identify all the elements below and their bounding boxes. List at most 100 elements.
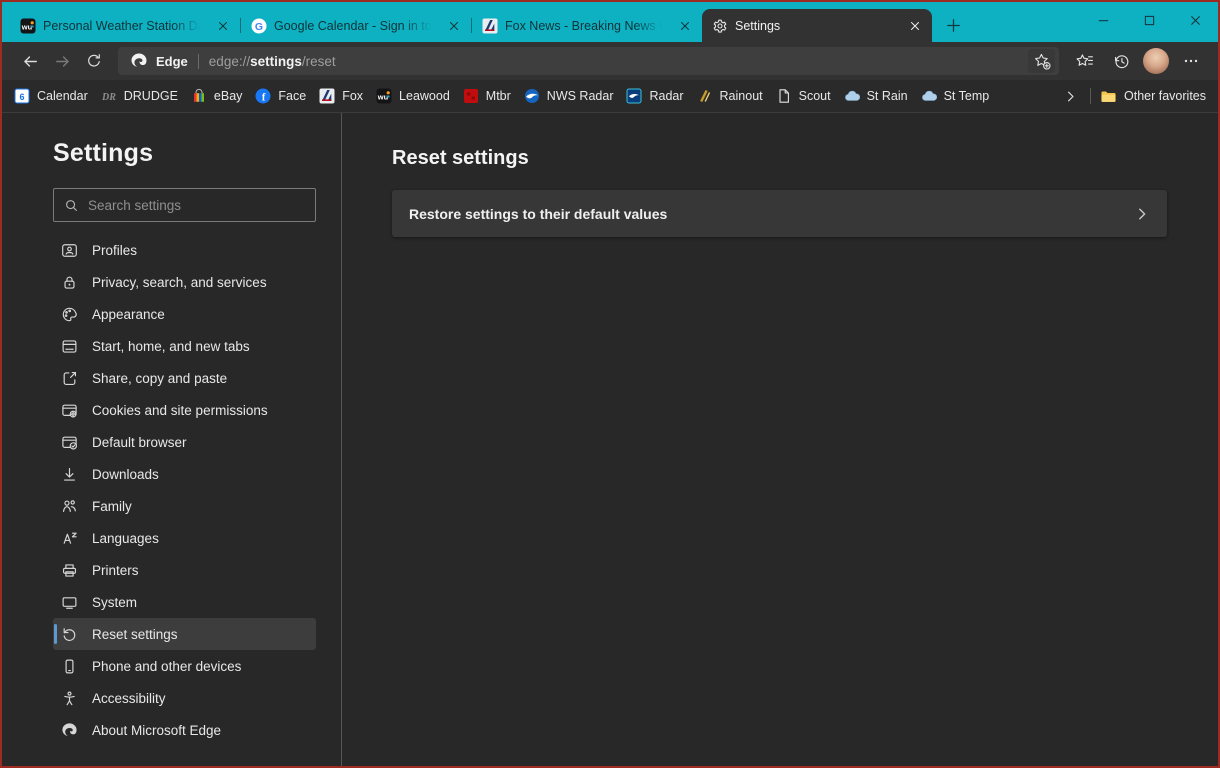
refresh-button[interactable] [78, 45, 110, 77]
sidebar-item-appearance[interactable]: Appearance [53, 298, 316, 330]
sidebar-item-family[interactable]: Family [53, 490, 316, 522]
more-dots-icon [1182, 52, 1200, 70]
favorites-bar: 6 Calendar DR DRUDGE eBay f Face Fox wu Leawood Mt… [2, 80, 1218, 113]
url-divider [197, 53, 199, 69]
restore-defaults-row[interactable]: Restore settings to their default values [392, 190, 1167, 237]
favorites-button[interactable] [1069, 46, 1099, 76]
forward-arrow-icon [54, 53, 71, 70]
favorite-label: NWS Radar [546, 89, 614, 103]
favorite-scout[interactable]: Scout [776, 88, 831, 104]
search-icon [64, 198, 79, 213]
sidebar-item-phone-and-other-devices[interactable]: Phone and other devices [53, 650, 316, 682]
new-tab-layout-icon [61, 338, 78, 355]
printer-icon [61, 562, 78, 579]
svg-text:f: f [262, 92, 266, 103]
browser-toolbar: Edge edge://settings/reset [2, 42, 1218, 80]
family-icon [61, 498, 78, 515]
share-icon [61, 370, 78, 387]
sidebar-item-start-home-and-new-tabs[interactable]: Start, home, and new tabs [53, 330, 316, 362]
other-favorites-label: Other favorites [1124, 89, 1206, 103]
sidebar-item-languages[interactable]: Languages [53, 522, 316, 554]
sidebar-item-about-microsoft-edge[interactable]: About Microsoft Edge [53, 714, 316, 746]
favorite-leawood[interactable]: wu Leawood [376, 88, 450, 104]
favorite-face[interactable]: f Face [255, 88, 306, 104]
sidebar-item-label: Appearance [92, 306, 165, 322]
palette-icon [61, 306, 78, 323]
favorite-label: Leawood [399, 89, 450, 103]
profile-avatar[interactable] [1143, 48, 1169, 74]
forward-button[interactable] [46, 45, 78, 77]
search-settings-input[interactable] [88, 197, 305, 213]
tab-personal-weather-station-dashb[interactable]: wu Personal Weather Station Dashb [10, 9, 240, 42]
sidebar-item-reset-settings[interactable]: Reset settings [53, 618, 316, 650]
favorite-fox[interactable]: Fox [319, 88, 363, 104]
url-prefix: edge:// [208, 53, 251, 69]
google-calendar-icon: 6 [14, 88, 30, 104]
sidebar-item-downloads[interactable]: Downloads [53, 458, 316, 490]
settings-search-box[interactable] [53, 188, 316, 222]
accessibility-icon [61, 690, 78, 707]
favorite-ebay[interactable]: eBay [191, 88, 243, 104]
sidebar-item-label: Printers [92, 562, 139, 578]
sidebar-item-profiles[interactable]: Profiles [53, 234, 316, 266]
window-controls [1080, 2, 1218, 38]
favorite-label: Scout [798, 89, 831, 103]
favorites-overflow-button[interactable] [1059, 84, 1081, 108]
sidebar-item-cookies-and-site-permissions[interactable]: Cookies and site permissions [53, 394, 316, 426]
close-window-icon [1188, 13, 1203, 28]
sidebar-item-privacy-search-and-services[interactable]: Privacy, search, and services [53, 266, 316, 298]
tab-close-icon[interactable] [904, 15, 926, 37]
favorite-label: St Temp [943, 89, 990, 103]
tab-title: Settings [735, 18, 781, 33]
svg-text:6: 6 [19, 92, 24, 102]
other-favorites-button[interactable]: Other favorites [1100, 89, 1206, 104]
sidebar-item-system[interactable]: System [53, 586, 316, 618]
fox-news-icon [482, 18, 498, 34]
tab-close-icon[interactable] [212, 15, 234, 37]
address-bar[interactable]: Edge edge://settings/reset [118, 47, 1059, 75]
fox-news-icon [319, 88, 335, 104]
favorite-nws-radar[interactable]: NWS Radar [524, 88, 614, 104]
toolbar-right [1069, 46, 1206, 76]
tab-google-calendar-sign-in-to-acc[interactable]: G Google Calendar - Sign in to Acc [241, 9, 471, 42]
maximize-icon [1142, 13, 1157, 28]
favorite-st-rain[interactable]: St Rain [844, 88, 908, 104]
settings-page: Settings Profiles Privacy, search, and se… [2, 113, 1218, 766]
history-button[interactable] [1106, 46, 1136, 76]
sidebar-item-label: Languages [92, 530, 159, 546]
settings-and-more-button[interactable] [1176, 46, 1206, 76]
download-icon [61, 466, 78, 483]
favorite-label: Mtbr [485, 89, 511, 103]
favorite-st-temp[interactable]: St Temp [921, 88, 990, 104]
sidebar-item-printers[interactable]: Printers [53, 554, 316, 586]
tab-close-icon[interactable] [443, 15, 465, 37]
sidebar-item-accessibility[interactable]: Accessibility [53, 682, 316, 714]
sidebar-item-label: Share, copy and paste [92, 370, 228, 386]
browser-window: wu Personal Weather Station Dashb G Google … [0, 0, 1220, 768]
favorite-radar[interactable]: Radar [626, 88, 684, 104]
favorite-drudge[interactable]: DR DRUDGE [101, 88, 178, 104]
tab-close-icon[interactable] [674, 15, 696, 37]
favorite-rainout[interactable]: Rainout [697, 88, 763, 104]
close-window-button[interactable] [1172, 2, 1218, 38]
add-favorite-button[interactable] [1028, 49, 1055, 73]
back-button[interactable] [14, 45, 46, 77]
drudge-icon: DR [101, 88, 117, 104]
sidebar-item-label: Accessibility [92, 690, 166, 706]
tab-settings[interactable]: Settings [702, 9, 932, 42]
url-suffix: /reset [301, 53, 336, 69]
profiles-icon [61, 242, 78, 259]
new-tab-button[interactable] [938, 10, 968, 40]
minimize-button[interactable] [1080, 2, 1126, 38]
favorite-mtbr[interactable]: Mtbr [463, 88, 511, 104]
url-text: edge://settings/reset [209, 54, 1020, 69]
sidebar-item-share-copy-and-paste[interactable]: Share, copy and paste [53, 362, 316, 394]
maximize-button[interactable] [1126, 2, 1172, 38]
favorite-label: Calendar [37, 89, 88, 103]
wunderground-icon: wu [376, 88, 392, 104]
favorite-calendar[interactable]: 6 Calendar [14, 88, 88, 104]
tab-fox-news-breaking-news-upda[interactable]: Fox News - Breaking News Upda [472, 9, 702, 42]
favorite-label: eBay [213, 89, 243, 103]
sidebar-item-label: Start, home, and new tabs [92, 338, 250, 354]
sidebar-item-default-browser[interactable]: Default browser [53, 426, 316, 458]
